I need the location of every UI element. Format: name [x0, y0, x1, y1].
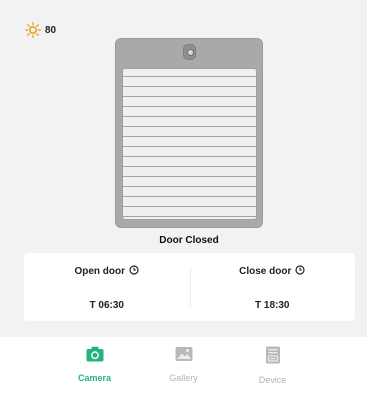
schedule-card: Open door T 06:30 Close door T 18:30 — [24, 253, 355, 321]
gallery-icon — [175, 346, 193, 362]
close-door-label: Close door — [239, 266, 292, 277]
device-icon — [265, 346, 281, 364]
open-door-schedule[interactable]: Open door T 06:30 — [24, 253, 190, 321]
door-illustration — [115, 38, 263, 228]
sun-icon — [25, 22, 41, 38]
clock-icon — [129, 265, 139, 278]
clock-icon — [295, 265, 305, 278]
tab-camera-label: Camera — [77, 373, 112, 383]
close-door-schedule[interactable]: Close door T 18:30 — [189, 253, 356, 321]
door-camera-lens-icon — [183, 44, 196, 60]
tab-device[interactable]: Device — [243, 337, 303, 393]
close-door-time: T 18:30 — [255, 300, 290, 311]
light-indicator: 80 — [25, 22, 56, 38]
close-door-title: Close door — [190, 265, 356, 278]
tab-camera[interactable]: Camera — [65, 337, 125, 393]
open-door-label: Open door — [74, 266, 126, 277]
door-shutter — [122, 68, 257, 220]
tab-gallery-label: Gallery — [169, 373, 198, 383]
light-value: 80 — [45, 24, 57, 36]
camera-icon — [86, 346, 104, 362]
open-door-title: Open door — [24, 265, 190, 278]
door-status: Door Closed — [159, 235, 219, 246]
bottom-tab-bar: Camera Gallery Device — [0, 337, 367, 393]
main-panel: 80 Door Closed Open door T 06:30 Close d… — [0, 0, 367, 337]
open-door-time: T 06:30 — [89, 300, 124, 311]
tab-gallery[interactable]: Gallery — [154, 337, 214, 393]
tab-device-label: Device — [258, 375, 287, 385]
